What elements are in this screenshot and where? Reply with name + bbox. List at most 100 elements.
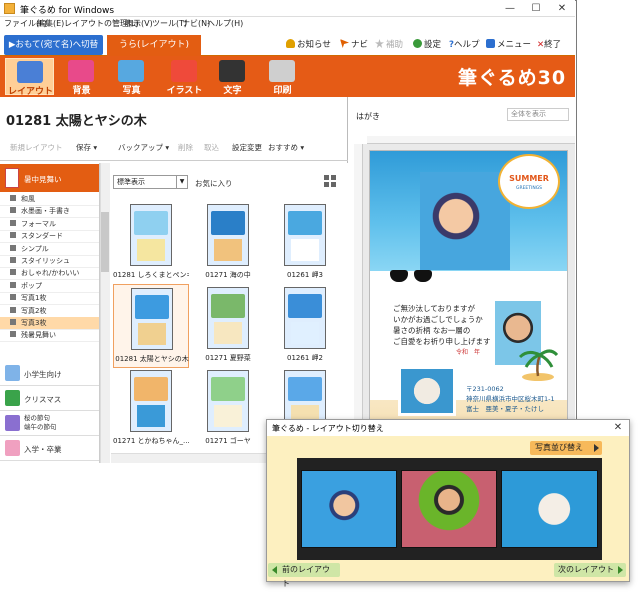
text-icon [219, 60, 245, 82]
import-button[interactable]: 取込 [204, 142, 219, 153]
scrollbar-thumb[interactable] [101, 212, 109, 272]
template-card[interactable]: 01271 海の中 [190, 201, 266, 285]
filmstrip-photo-dog[interactable] [501, 470, 598, 548]
template-caption: 01261 岬2 [287, 354, 323, 362]
minimize-button[interactable]: — [497, 0, 523, 17]
sender-address[interactable]: 〒231-0062 神奈川県横浜市中区桜木町1-1 富士 亜美・夏子・たけし [466, 384, 555, 414]
palm-tree-illustration[interactable] [518, 345, 558, 381]
filmstrip-photo-girl[interactable] [301, 470, 397, 548]
menu-help[interactable]: ヘルプ(H) [207, 18, 243, 29]
favorites-toggle[interactable]: お気に入り [195, 178, 233, 189]
template-card[interactable]: 01281 太陽とヤシの木 [113, 284, 189, 368]
summer-badge[interactable]: SUMMER GREETINGS [498, 154, 560, 209]
template-thumbnail [131, 288, 173, 350]
template-card[interactable]: 01261 岬3 [267, 201, 343, 285]
dog-photo[interactable] [398, 366, 456, 416]
category-group-icon [5, 415, 20, 431]
dialog-close-button[interactable]: ✕ [611, 421, 625, 435]
paper-size-label: はがき [356, 112, 380, 121]
ribbon-button-text[interactable]: 文字 [208, 58, 257, 96]
bullet-icon [10, 281, 16, 288]
category-subitem[interactable]: 水墨画・手書き [0, 205, 99, 219]
assist-button[interactable]: 補助 [375, 38, 403, 50]
template-card[interactable]: 01261 岬2 [267, 284, 343, 368]
category-subitem[interactable]: おしゃれ/かわいい [0, 267, 99, 281]
category-subitem[interactable]: シンプル [0, 243, 99, 256]
recommend-button[interactable]: おすすめ ▾ [268, 142, 304, 153]
tab-back-layout[interactable]: うら(レイアウト) [107, 35, 201, 56]
ribbon-button-layout[interactable]: レイアウト [5, 58, 54, 97]
bullet-icon [10, 244, 16, 251]
category-subitem[interactable]: スタイリッシュ [0, 255, 99, 268]
maximize-button[interactable]: ☐ [523, 0, 549, 17]
category-subitem[interactable]: 和風 [0, 193, 99, 206]
category-subitem-label: 写真3枚 [21, 319, 47, 327]
girl-photo[interactable] [420, 172, 510, 270]
category-subitem[interactable]: 写真2枚 [0, 305, 99, 318]
previous-layout-button[interactable]: 前のレイアウト [268, 563, 340, 588]
sunglasses-illustration[interactable] [390, 270, 434, 284]
category-subitem[interactable]: 残暑見舞い [0, 329, 99, 343]
greeting-message[interactable]: ご無沙汰しておりますが いかがお過ごしでしょうか 暑さの折柄 なお一層の ご自愛… [393, 303, 491, 347]
thumbnail-photo [214, 322, 242, 344]
category-group[interactable]: 桜の節句 端午の節句 [0, 411, 99, 436]
menu-button[interactable]: メニュー [486, 38, 531, 50]
thumbnail-photo [211, 377, 245, 401]
save-button[interactable]: 保存 ▾ [76, 142, 97, 153]
menu-view[interactable]: 表示(V) [125, 18, 153, 29]
view-select[interactable]: 標準表示 ▼ [113, 175, 188, 189]
template-caption: 01271 とかねちゃん_... [113, 437, 189, 445]
category-subitem-label: おしゃれ/かわいい [21, 269, 80, 278]
settings-button[interactable]: 設定 [413, 38, 441, 50]
category-subitem[interactable]: 写真3枚 [0, 317, 99, 330]
template-thumbnail [207, 287, 249, 349]
thumbnail-photo [134, 377, 168, 401]
menu-navi[interactable]: ナビ(N) [182, 18, 210, 29]
template-caption: 01271 ゴーヤ [205, 437, 251, 445]
template-thumbnail [284, 204, 326, 266]
date-signature[interactable]: 令和 年 [456, 347, 480, 356]
ribbon-button-label: 背景 [72, 86, 91, 96]
filmstrip-photo-boy[interactable] [401, 470, 497, 548]
grid-view-icon[interactable] [324, 175, 336, 187]
exit-button[interactable]: ✕終了 [537, 38, 561, 50]
tab-front-address[interactable]: ▶おもて(宛て名)へ切替 [4, 35, 103, 55]
template-card[interactable]: 01271 ゴーヤ [190, 367, 266, 451]
category-group[interactable]: クリスマス [0, 386, 99, 411]
template-card[interactable]: 01271 夏野菜 [190, 284, 266, 368]
menu-edit[interactable]: 編集(E) [37, 18, 64, 29]
new-layout-button[interactable]: 新規レイアウト [10, 142, 63, 153]
bullet-icon [10, 306, 16, 313]
category-group[interactable]: 入学・卒業 [0, 436, 99, 461]
photo-swap-button[interactable]: 写真並び替え [530, 441, 602, 455]
navi-button[interactable]: ナビ [340, 38, 368, 50]
ribbon-button-photo[interactable]: 写真 [107, 58, 156, 96]
template-card[interactable]: 01271 とかねちゃん_... [113, 367, 189, 451]
category-scrollbar[interactable] [100, 163, 110, 463]
next-layout-button[interactable]: 次のレイアウト [554, 563, 626, 577]
help-button[interactable]: ?ヘルプ [449, 38, 479, 50]
backup-button[interactable]: バックアップ ▾ [118, 142, 169, 153]
category-subitem[interactable]: フォーマル [0, 218, 99, 231]
thumbnail-photo [291, 322, 319, 344]
category-subitem[interactable]: ポップ [0, 280, 99, 293]
thumbnail-photo [214, 239, 242, 261]
close-button[interactable]: ✕ [549, 0, 575, 17]
ribbon-button-label: 印刷 [273, 86, 292, 96]
thumbnail-photo [214, 405, 242, 427]
ribbon-button-printer[interactable]: 印刷 [258, 58, 307, 96]
category-group-label: 桜の節句 端午の節句 [24, 414, 57, 431]
zoom-select[interactable]: 全体を表示 [507, 108, 569, 121]
category-summer-greeting[interactable]: 暑中見舞い [0, 164, 99, 192]
category-subitem[interactable]: 写真1枚 [0, 292, 99, 306]
template-card[interactable]: 01281 しろくまとペンギ... [113, 201, 189, 285]
ribbon-button-background[interactable]: 背景 [57, 58, 106, 96]
notice-button[interactable]: お知らせ [286, 38, 331, 50]
category-subitem[interactable]: スタンダード [0, 230, 99, 244]
star-icon [375, 39, 384, 48]
ribbon-button-illustration[interactable]: イラスト [160, 58, 209, 96]
delete-button[interactable]: 削除 [178, 142, 193, 153]
change-settings-button[interactable]: 設定変更 [232, 142, 262, 153]
category-group[interactable]: 小学生向け [0, 361, 99, 386]
category-thumbnail [5, 168, 19, 188]
